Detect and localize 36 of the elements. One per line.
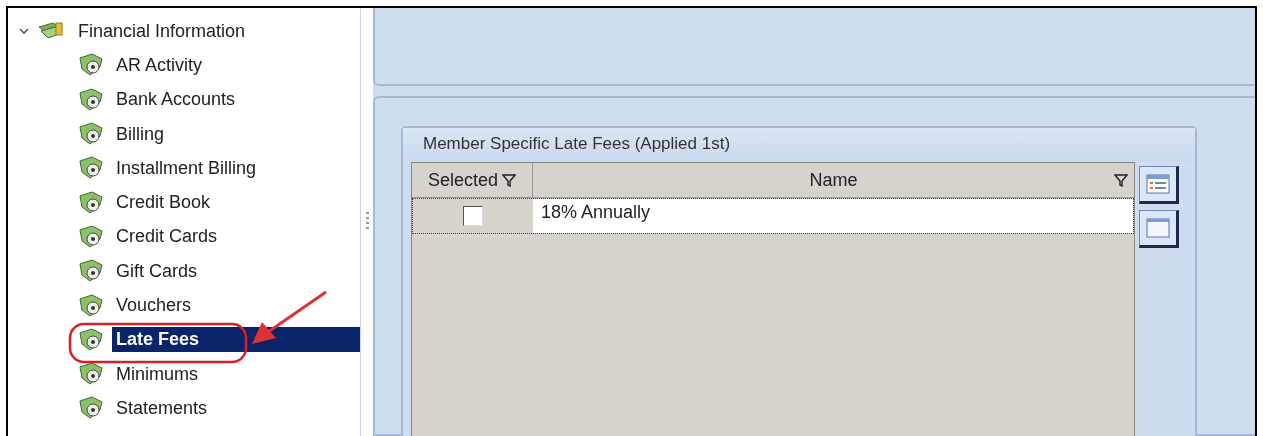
window-icon (1146, 218, 1170, 238)
money-icon (78, 396, 104, 421)
money-icon (78, 87, 104, 112)
filter-icon[interactable] (502, 173, 517, 187)
column-header[interactable]: Selected (412, 163, 533, 197)
list-view-button[interactable] (1139, 166, 1179, 204)
checkbox[interactable] (463, 206, 483, 226)
tree-item[interactable]: AR Activity (112, 52, 207, 78)
money-icon (78, 362, 104, 387)
window-button[interactable] (1139, 210, 1179, 248)
tree-item[interactable]: Statements (112, 395, 212, 421)
money-icon (78, 224, 104, 249)
column-header[interactable]: Name (533, 163, 1134, 197)
tree-item[interactable]: Installment Billing (112, 155, 261, 181)
money-icon (78, 293, 104, 318)
money-icon (78, 190, 104, 215)
tree-item[interactable]: Late Fees (112, 327, 360, 353)
splitter-grip-icon[interactable] (365, 212, 369, 232)
tree-item[interactable]: Credit Cards (112, 224, 222, 250)
filter-icon[interactable] (1114, 173, 1128, 187)
group-title: Member Specific Late Fees (Applied 1st) (403, 128, 1195, 162)
money-icon (78, 327, 104, 352)
money-icon (78, 156, 104, 181)
money-icon (78, 259, 104, 284)
tree-item[interactable]: Financial Information (74, 18, 250, 44)
money-icon (78, 53, 104, 78)
tree-item[interactable]: Billing (112, 121, 169, 147)
list-icon (1146, 174, 1170, 194)
tree-item[interactable]: Vouchers (112, 293, 196, 318)
money-icon (78, 122, 104, 147)
folder-money-icon (38, 21, 64, 42)
tree-item[interactable]: Gift Cards (112, 258, 202, 284)
tree-item[interactable]: Minimums (112, 361, 202, 387)
table-cell: 18% Annually (533, 199, 1133, 233)
tree-item[interactable]: Bank Accounts (112, 87, 240, 113)
tree-item[interactable]: Credit Book (112, 190, 215, 216)
